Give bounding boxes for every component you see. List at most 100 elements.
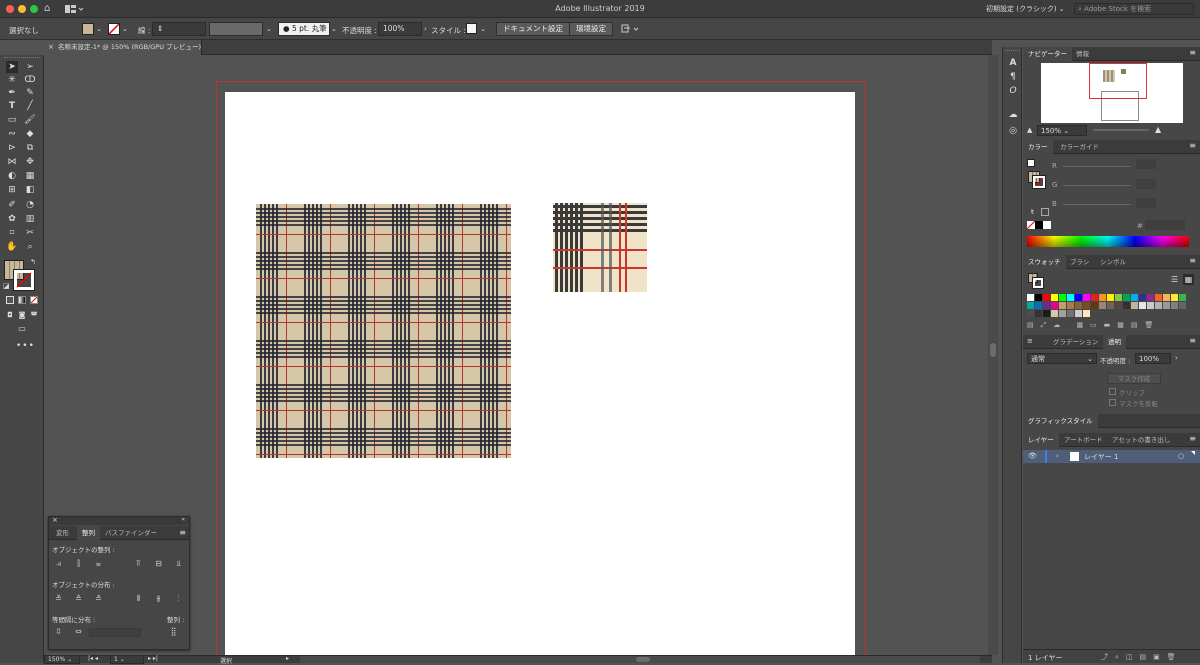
space-vertical-icon[interactable]: ⇳: [54, 627, 63, 636]
swatch-chip[interactable]: [1099, 294, 1106, 301]
swatch-chip[interactable]: [1091, 302, 1098, 309]
swatch-chip[interactable]: [1075, 310, 1082, 317]
artboard-nav-next-icon[interactable]: ▸ ▸|: [148, 655, 158, 662]
zoom-in-large-icon[interactable]: ▲: [1155, 125, 1161, 134]
list-view-icon[interactable]: ☰: [1171, 275, 1178, 284]
swatch-chip[interactable]: [1179, 302, 1186, 309]
tab-pathfinder[interactable]: パスファインダー: [100, 526, 162, 540]
stroke-swatch[interactable]: [108, 23, 120, 35]
tab-transparency[interactable]: 透明: [1103, 335, 1126, 349]
swatch-chip[interactable]: [1163, 302, 1170, 309]
swatch-chip[interactable]: [1035, 294, 1042, 301]
swatch-chip[interactable]: [1083, 294, 1090, 301]
distribute-right-icon[interactable]: ⫶: [174, 594, 183, 603]
eyedropper-tool-icon[interactable]: ✐: [6, 199, 18, 211]
swatch-chip[interactable]: [1083, 302, 1090, 309]
symbol-sprayer-tool-icon[interactable]: ✿: [6, 213, 18, 225]
edit-toolbar-icon[interactable]: •••: [16, 341, 35, 351]
graphic-style-swatch[interactable]: [466, 23, 477, 34]
tab-graphic-styles[interactable]: グラフィックスタイル: [1023, 414, 1098, 428]
white-color-chip[interactable]: [1043, 221, 1051, 229]
out-of-gamut-icon[interactable]: ŧ: [1031, 208, 1034, 216]
paragraph-panel-icon[interactable]: ¶: [1007, 71, 1019, 83]
navigator-zoom-field[interactable]: 150% ⌄: [1037, 125, 1087, 136]
swatch-chip[interactable]: [1083, 310, 1090, 317]
transparency-menu-icon[interactable]: ≡: [1189, 336, 1196, 345]
rotate-tool-icon[interactable]: ⊳: [6, 142, 18, 154]
swatch-chip[interactable]: [1115, 294, 1122, 301]
swatch-chip[interactable]: [1131, 294, 1138, 301]
column-grip[interactable]: [1005, 50, 1020, 52]
tab-brushes[interactable]: ブラシ: [1065, 255, 1094, 269]
stroke-weight-field[interactable]: ⇕: [152, 22, 206, 36]
horizontal-scroll-thumb[interactable]: [636, 657, 650, 662]
workspace-switcher[interactable]: 初期設定 (クラシック) ⌄: [986, 3, 1068, 15]
width-tool-icon[interactable]: ⋈: [6, 156, 18, 168]
distribute-vcenter-icon[interactable]: ≙: [74, 594, 83, 603]
draw-behind-icon[interactable]: ◙: [16, 309, 28, 321]
visibility-eye-icon[interactable]: 👁: [1028, 452, 1037, 460]
horizontal-scrollbar[interactable]: [300, 656, 980, 663]
channel-b-field[interactable]: [1136, 198, 1156, 208]
layers-footer-icons[interactable]: ⤴⌕◫▤▣🗑: [1101, 652, 1183, 662]
zoom-out-small-icon[interactable]: ▲: [1027, 126, 1032, 134]
line-tool-icon[interactable]: ╱: [24, 100, 36, 112]
align-hcenter-icon[interactable]: ⫿: [74, 559, 83, 568]
eraser-tool-icon[interactable]: ◆: [24, 128, 36, 140]
tab-symbols[interactable]: シンボル: [1095, 255, 1131, 269]
draw-inside-icon[interactable]: ◚: [28, 309, 40, 321]
blend-mode-select[interactable]: 通常 ⌄: [1027, 353, 1097, 364]
color-menu-icon[interactable]: ≡: [1189, 141, 1196, 150]
swatch-chip[interactable]: [1147, 302, 1154, 309]
tools-grip[interactable]: [4, 57, 40, 59]
gradient-tool-icon[interactable]: ◧: [24, 184, 36, 196]
libraries-panel-icon[interactable]: ☁: [1007, 109, 1019, 121]
clip-checkbox[interactable]: [1109, 388, 1116, 395]
swatch-chip[interactable]: [1067, 302, 1074, 309]
swatch-chip[interactable]: [1043, 310, 1050, 317]
align-panel-header[interactable]: × «: [49, 516, 189, 525]
paintbrush-tool-icon[interactable]: 🖌: [24, 114, 36, 126]
profile-dropdown-icon[interactable]: ⌄: [266, 25, 272, 33]
direct-selection-tool-icon[interactable]: ➢: [24, 61, 36, 73]
magic-wand-tool-icon[interactable]: ✳: [6, 74, 18, 86]
swatch-chip[interactable]: [1139, 294, 1146, 301]
swatch-chip[interactable]: [1171, 302, 1178, 309]
screen-mode-icon[interactable]: ▭: [16, 323, 28, 335]
stock-search-input[interactable]: ⌕ Adobe Stock を検索: [1074, 3, 1194, 15]
distribute-bottom-icon[interactable]: ≛: [94, 594, 103, 603]
navigator-menu-icon[interactable]: ≡: [1189, 48, 1196, 57]
opacity-field[interactable]: 100%: [378, 22, 422, 36]
tab-artboards[interactable]: アートボード: [1059, 433, 1108, 447]
swatch-chip[interactable]: [1035, 310, 1042, 317]
make-mask-button[interactable]: マスク作成: [1107, 373, 1161, 384]
swatch-chip[interactable]: [1107, 302, 1114, 309]
swatch-chip[interactable]: [1147, 294, 1154, 301]
hex-field[interactable]: [1145, 220, 1185, 230]
align-left-icon[interactable]: ⫣: [54, 559, 63, 568]
align-bottom-icon[interactable]: ⫫: [174, 559, 183, 568]
tab-color-guide[interactable]: カラーガイド: [1055, 140, 1104, 154]
align-vcenter-icon[interactable]: ⊟: [154, 559, 163, 568]
channel-g-slider[interactable]: [1063, 185, 1131, 186]
channel-b-slider[interactable]: [1063, 204, 1131, 205]
color-mode-icon[interactable]: [6, 296, 14, 304]
tab-info[interactable]: 情報: [1071, 47, 1094, 61]
rectangle-tool-icon[interactable]: ▭: [6, 114, 18, 126]
variable-width-profile[interactable]: [209, 22, 263, 36]
layer-name[interactable]: レイヤー 1: [1084, 452, 1118, 462]
swatches-menu-icon[interactable]: ≡: [1189, 256, 1196, 265]
shape-builder-tool-icon[interactable]: ◐: [6, 170, 18, 182]
layer-target-icon[interactable]: ○: [1178, 452, 1184, 460]
stroke-panel-icon[interactable]: ≡: [1027, 337, 1033, 345]
swap-fill-stroke-icon[interactable]: ↰: [30, 258, 36, 266]
color-stroke-box[interactable]: [1032, 175, 1046, 189]
swatch-chip[interactable]: [1027, 302, 1034, 309]
fill-dropdown-icon[interactable]: ⌄: [96, 25, 102, 33]
channel-r-slider[interactable]: [1063, 166, 1131, 167]
vertical-scroll-thumb[interactable]: [990, 343, 996, 357]
none-mode-icon[interactable]: [30, 296, 38, 304]
navigator-zoom-slider[interactable]: [1093, 129, 1149, 131]
swatch-chip[interactable]: [1155, 302, 1162, 309]
swatch-chip[interactable]: [1139, 302, 1146, 309]
